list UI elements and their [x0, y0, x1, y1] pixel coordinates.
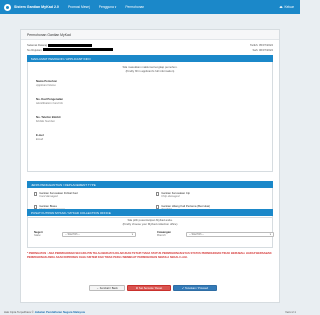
- brand[interactable]: Sistem Gantian MyKad 2.0: [4, 3, 59, 11]
- warning-notice: * PERINGATAN : ANA PERMOHONAN SECARA PIN…: [27, 252, 273, 259]
- date-line: Tarikh: 05/07/2022: [249, 43, 273, 47]
- office-note: Sila pilih pusat kutipan MyKad anda. (Ki…: [122, 218, 178, 226]
- reset-button[interactable]: ✖ Set Semula / Reset: [127, 285, 171, 291]
- logout-link[interactable]: ⏏ Keluar: [279, 5, 294, 9]
- redacted-name: [47, 43, 92, 47]
- nav-item-permohonan[interactable]: Permohonan: [125, 5, 144, 9]
- ic-number-field[interactable]: No. Kad Pengenalan Identification Card N…: [36, 97, 63, 105]
- branch-label: Cawangan Branch: [157, 230, 171, 238]
- office-section-header: PUSAT KUTIPAN MYKAD / MYKAD COLLECTION O…: [27, 209, 273, 216]
- chevron-down-icon: ▾: [131, 233, 133, 236]
- ref-label: No Rujukan:: [27, 47, 43, 52]
- top-navbar: Sistem Gantian MyKad 2.0 Promosi Mesej P…: [0, 0, 300, 14]
- office-section: Sila pilih pusat kutipan MyKad anda. (Ki…: [27, 216, 274, 248]
- branch-select[interactable]: -- Sila Pilih -- ▾: [186, 232, 274, 237]
- checkbox[interactable]: [156, 192, 160, 196]
- jpn-logo-icon: [4, 3, 11, 11]
- redacted-ref: [43, 48, 114, 52]
- due-line: Sah: 06/07/2022: [252, 47, 273, 52]
- applicant-section-header: MAKLUMAT PEMOHON / APPLICANT INFO: [27, 55, 273, 62]
- application-card: Permohonan Gantian MyKad Selamat Datang …: [20, 29, 280, 303]
- option-chip-damaged[interactable]: Gantian Kerosakan Cip Chip damaged: [156, 191, 190, 199]
- applicant-name-field[interactable]: Nama Pemohon Applicant Name: [36, 79, 57, 87]
- logout-icon: ⏏: [279, 5, 283, 9]
- chevron-down-icon: ▾: [269, 233, 271, 236]
- replacement-section-header: JENIS PENGGANTIAN / REPLACEMENT TYPE: [27, 181, 273, 188]
- back-button[interactable]: ← Kembali / Back: [89, 285, 125, 291]
- state-select[interactable]: -- Sila Pilih -- ▾: [62, 232, 136, 237]
- caret-down-icon: ▾: [114, 5, 117, 9]
- greeting-label: Selamat Datang: [27, 43, 48, 47]
- state-label: Negeri State: [34, 230, 43, 238]
- applicant-section: Sila masukkan maklumat lengkap pemohon. …: [27, 62, 273, 172]
- checkbox[interactable]: [34, 192, 38, 196]
- proceed-button[interactable]: ✔ Teruskan / Proceed: [173, 285, 217, 291]
- nav-item-promosi[interactable]: Promosi Mesej: [68, 5, 90, 9]
- jpn-footer-link[interactable]: Jabatan Pendaftaran Negara Malaysia: [35, 310, 85, 314]
- version-label: Versi 2.1: [285, 309, 296, 314]
- mobile-number-field[interactable]: No. Telefon Bimbit Mobile Number: [36, 115, 61, 123]
- email-field[interactable]: E-mel Email: [36, 133, 44, 141]
- nav-item-pengguna[interactable]: Pengguna ▾: [99, 5, 117, 9]
- card-title: Permohonan Gantian MyKad: [21, 30, 279, 40]
- footer: Hak Cipta Terpelihara © Jabatan Pendafta…: [4, 309, 296, 314]
- applicant-note: Sila masukkan maklumat lengkap pemohon. …: [122, 65, 178, 73]
- brand-title: Sistem Gantian MyKad 2.0: [14, 5, 59, 9]
- option-card-damaged[interactable]: Gantian Kerosakan Fizikal Kad Card damage…: [34, 191, 78, 199]
